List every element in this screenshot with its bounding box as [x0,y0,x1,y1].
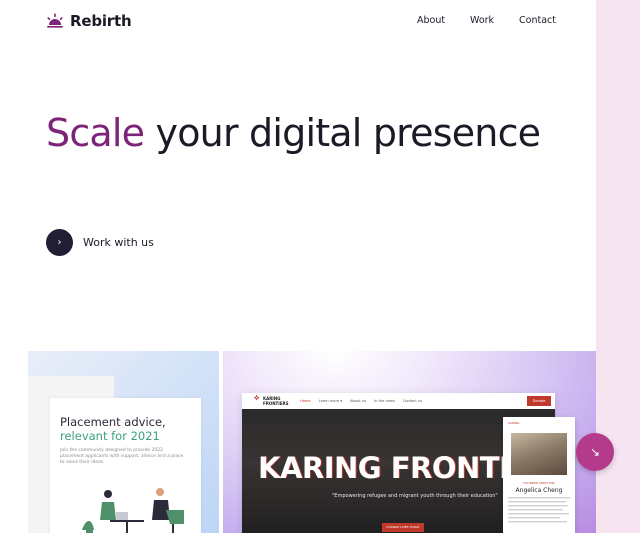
profile-photo [511,433,567,475]
hero-title-accent: Scale [46,111,145,155]
profile-role: FOUNDER DIRECTOR [523,481,555,485]
mock-menu-item: In the news [374,399,395,403]
mock-profile-logo: KARING [508,421,520,425]
mock-menu-item: Learn more ▾ [318,399,343,403]
page: Rebirth About Work Contact Scale your di… [0,0,596,533]
mock-logo: ⟡ KARING FRONTIERS [254,393,289,406]
chevron-right-icon: › [46,229,73,256]
mock-profile-card: KARING FOUNDER DIRECTOR Angelica Cheng [503,417,575,533]
arrow-down-right-icon: ↘ [589,445,601,459]
profile-bio-placeholder [508,497,570,533]
sunrise-icon [47,13,63,28]
mock-navbar: ⟡ KARING FRONTIERS Home Learn more ▾ Abo… [242,393,555,409]
hero-title-rest: your digital presence [144,111,542,155]
scroll-down-button[interactable]: ↘ [576,433,614,471]
mock-menu: Home Learn more ▾ About us In the news C… [300,399,422,403]
project-description: Join the community designed to provide 2… [60,448,184,465]
mock-donate-button: Donate [527,396,551,406]
cta-label: Work with us [83,236,154,249]
brand-logo[interactable]: Rebirth [46,12,132,30]
mock-hero-subtitle: "Empowering refugee and migrant youth th… [332,493,498,499]
project-card-karing-frontiers[interactable]: ⟡ KARING FRONTIERS Home Learn more ▾ Abo… [223,351,596,533]
karing-logo-icon: ⟡ [254,393,260,402]
nav-about[interactable]: About [417,15,445,26]
project-title-line1: Placement advice, [60,415,166,429]
hero-title: Scale your digital presence [46,110,542,157]
project-title-line2: relevant for 2021 [60,429,160,443]
mock-hero-title: KARING FRONTIE [258,451,529,485]
project-screenshot: Placement advice, relevant for 2021 Join… [50,398,201,533]
nav-work[interactable]: Work [470,15,494,26]
people-at-table-illustration [82,488,184,533]
mock-logo-line2: FRONTIERS [263,400,289,406]
bio-text-lines [508,497,570,523]
profile-name: Angelica Cheng [515,487,563,494]
nav-contact[interactable]: Contact [519,15,556,26]
project-title: Placement advice, relevant for 2021 [60,415,166,443]
mock-menu-item: Home [300,399,311,403]
work-with-us-button[interactable]: › Work with us [46,229,154,256]
mock-hero-button: CHANGE LIVES TODAY [382,523,424,532]
brand-name: Rebirth [70,12,132,30]
mock-menu-item: Contact us [402,399,423,403]
project-card-placement[interactable]: Placement advice, relevant for 2021 Join… [28,351,219,533]
mock-menu-item: About us [350,399,366,403]
